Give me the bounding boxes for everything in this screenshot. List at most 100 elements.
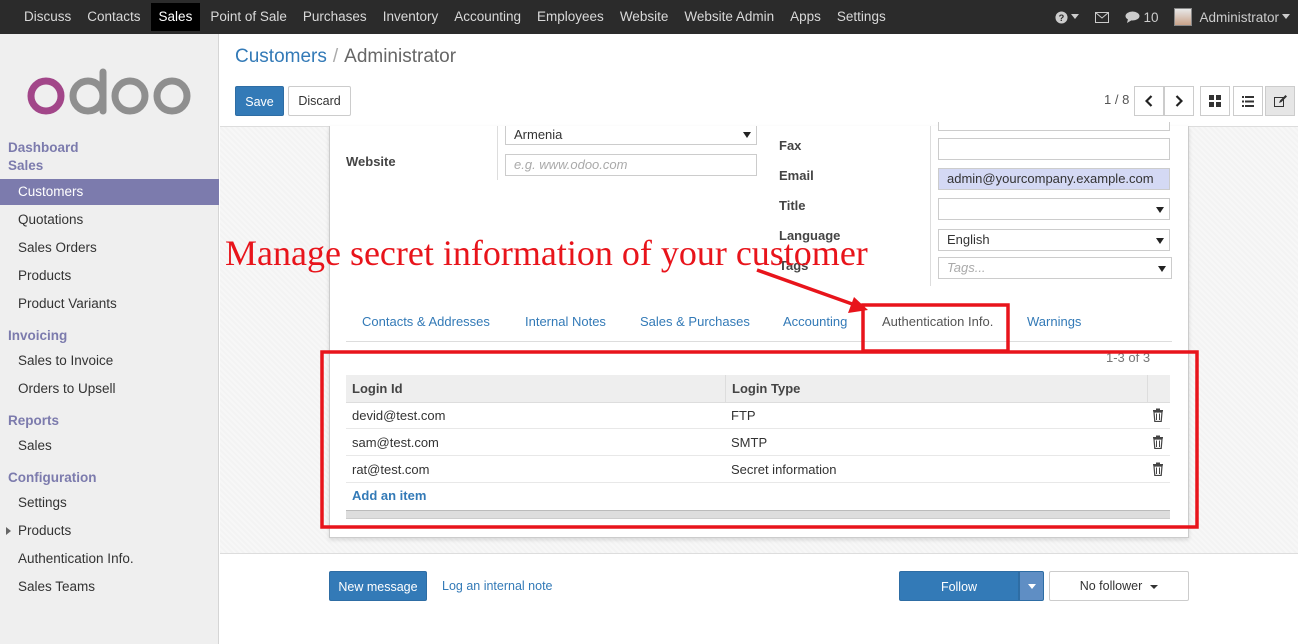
sidebar-item-authentication-info[interactable]: Authentication Info.: [0, 546, 219, 572]
cell-login-type: Secret information: [731, 462, 837, 477]
cell-login-type: SMTP: [731, 435, 768, 450]
tab-sales-purchases[interactable]: Sales & Purchases: [640, 314, 750, 329]
table-row[interactable]: rat@test.com Secret information: [346, 456, 1170, 483]
sidebar-section-invoicing: Invoicing: [8, 328, 68, 343]
menu-purchases[interactable]: Purchases: [295, 3, 375, 31]
caret-right-icon: [6, 527, 11, 535]
avatar: [1174, 8, 1193, 26]
sidebar-item-quotations[interactable]: Quotations: [0, 207, 219, 233]
sidebar-section-configuration: Configuration: [8, 470, 97, 485]
divider: [930, 126, 931, 286]
sidebar-item-sales-to-invoice[interactable]: Sales to Invoice: [0, 348, 219, 374]
table-footer: [346, 510, 1170, 519]
menu-contacts[interactable]: Contacts: [79, 3, 148, 31]
menu-employees[interactable]: Employees: [529, 3, 612, 31]
caret-down-icon: [1071, 14, 1080, 19]
cell-login-id: devid@test.com: [352, 408, 446, 423]
select-caret-icon: [1156, 207, 1164, 213]
tab-accounting[interactable]: Accounting: [783, 314, 847, 329]
followers-button[interactable]: No follower: [1049, 571, 1189, 601]
kanban-view-button[interactable]: [1200, 86, 1230, 116]
breadcrumb-separator: /: [332, 46, 339, 67]
chevron-left-icon: [1145, 95, 1153, 107]
caret-down-icon: [1150, 584, 1159, 589]
sidebar-section-sales: Sales: [8, 158, 44, 173]
edit-icon: [1273, 94, 1287, 107]
select-caret-icon: [743, 132, 751, 138]
sidebar-item-sales-orders[interactable]: Sales Orders: [0, 235, 219, 261]
menu-point-of-sale[interactable]: Point of Sale: [202, 3, 295, 31]
title-select[interactable]: [938, 198, 1170, 220]
top-menu-bar: Discuss Contacts Sales Point of Sale Pur…: [0, 0, 1298, 34]
discuss-notifications[interactable]: 10: [1125, 10, 1158, 25]
sidebar-item-customers[interactable]: Customers: [0, 179, 219, 205]
follow-button[interactable]: Follow: [899, 571, 1019, 601]
new-message-button[interactable]: New message: [329, 571, 427, 601]
sidebar-item-sales-teams[interactable]: Sales Teams: [0, 574, 219, 600]
tab-contacts-addresses[interactable]: Contacts & Addresses: [362, 314, 490, 329]
list-view-button[interactable]: [1233, 86, 1263, 116]
sidebar-item-config-products[interactable]: Products: [0, 518, 219, 544]
discard-button[interactable]: Discard: [288, 86, 351, 116]
caret-down-icon: [1027, 584, 1036, 589]
add-item-link[interactable]: Add an item: [352, 488, 426, 503]
menu-discuss[interactable]: Discuss: [16, 3, 79, 31]
pager-previous-button[interactable]: [1134, 86, 1164, 116]
tab-authentication-info[interactable]: Authentication Info.: [882, 314, 993, 329]
menu-settings[interactable]: Settings: [829, 3, 894, 31]
sidebar-item-product-variants[interactable]: Product Variants: [0, 291, 219, 317]
table-header: Login Id Login Type: [346, 375, 1170, 403]
menu-accounting[interactable]: Accounting: [446, 3, 529, 31]
user-menu[interactable]: Administrator: [1174, 8, 1290, 26]
menu-inventory[interactable]: Inventory: [375, 3, 447, 31]
menu-website-admin[interactable]: Website Admin: [676, 3, 782, 31]
trash-icon[interactable]: [1151, 408, 1165, 422]
website-field[interactable]: e.g. www.odoo.com: [505, 154, 757, 176]
country-select[interactable]: Armenia: [505, 126, 757, 145]
sidebar-section-dashboard[interactable]: Dashboard: [8, 140, 79, 155]
caret-down-icon: [1282, 14, 1290, 19]
sidebar-item-settings[interactable]: Settings: [0, 490, 219, 516]
trash-icon[interactable]: [1151, 435, 1165, 449]
fax-field[interactable]: [938, 138, 1170, 160]
fax-label: Fax: [779, 138, 802, 153]
column-login-id[interactable]: Login Id: [352, 381, 403, 396]
cell-login-type: FTP: [731, 408, 756, 423]
mail-button[interactable]: [1095, 11, 1110, 23]
menu-website[interactable]: Website: [612, 3, 677, 31]
table-row[interactable]: devid@test.com FTP: [346, 402, 1170, 429]
sidebar-item-orders-to-upsell[interactable]: Orders to Upsell: [0, 376, 219, 402]
email-field[interactable]: admin@yourcompany.example.com: [938, 168, 1170, 190]
envelope-icon: [1095, 11, 1110, 23]
cell-login-id: rat@test.com: [352, 462, 430, 477]
systray: ? 10 Administrator: [1055, 0, 1290, 34]
breadcrumb: Customers / Administrator: [235, 46, 456, 68]
breadcrumb-customers[interactable]: Customers: [235, 46, 327, 67]
cell-login-id: sam@test.com: [352, 435, 439, 450]
divider: [497, 126, 498, 180]
menu-sales[interactable]: Sales: [150, 3, 201, 31]
help-menu[interactable]: ?: [1055, 10, 1080, 24]
notebook-tabs: Contacts & Addresses Internal Notes Sale…: [346, 306, 1172, 342]
tab-internal-notes[interactable]: Internal Notes: [525, 314, 606, 329]
sidebar-item-products[interactable]: Products: [0, 263, 219, 289]
table-row[interactable]: sam@test.com SMTP: [346, 429, 1170, 456]
pager-next-button[interactable]: [1164, 86, 1194, 116]
select-caret-icon: [1158, 266, 1166, 272]
annotation-text: Manage secret information of your custom…: [225, 233, 868, 273]
tab-warnings[interactable]: Warnings: [1027, 314, 1081, 329]
trash-icon[interactable]: [1151, 462, 1165, 476]
save-button[interactable]: Save: [235, 86, 284, 116]
column-login-type[interactable]: Login Type: [732, 381, 800, 396]
language-select[interactable]: English: [938, 229, 1170, 251]
tags-field[interactable]: Tags...: [938, 257, 1172, 279]
follow-dropdown-button[interactable]: [1019, 571, 1044, 601]
odoo-logo: [27, 68, 191, 115]
user-name: Administrator: [1199, 9, 1279, 25]
form-view-button[interactable]: [1265, 86, 1295, 116]
sidebar-item-reports-sales[interactable]: Sales: [0, 433, 219, 459]
log-note-link[interactable]: Log an internal note: [442, 579, 553, 593]
menu-apps[interactable]: Apps: [782, 3, 829, 31]
sidebar-section-reports: Reports: [8, 413, 60, 428]
phone-field[interactable]: [938, 122, 1170, 131]
